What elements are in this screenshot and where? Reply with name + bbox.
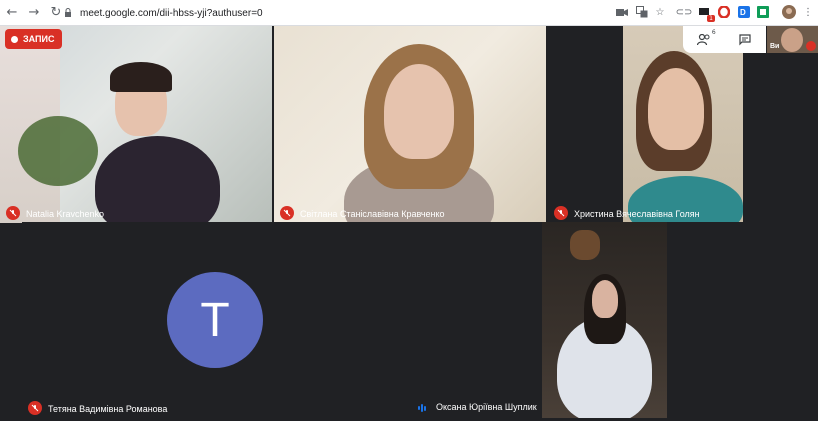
- person-hair: [110, 62, 172, 92]
- wall-ornament: [570, 230, 600, 260]
- plant-image: [18, 116, 98, 186]
- participant-avatar: T: [167, 272, 263, 368]
- participant-tile-1[interactable]: Natalia Kravchenko: [0, 26, 272, 223]
- profile-icon[interactable]: [781, 4, 797, 20]
- opera-icon[interactable]: [716, 4, 732, 20]
- meeting-stage: Natalia Kravchenko Світлана Станіславівн…: [0, 26, 818, 421]
- url-text: meet.google.com/dii-hbss-yji?authuser=0: [80, 7, 263, 19]
- translate-icon[interactable]: [634, 4, 650, 20]
- self-label: Ви: [770, 43, 780, 50]
- camera-icon[interactable]: [614, 4, 630, 20]
- participant-name: Світлана Станіславівна Кравченко: [300, 209, 445, 219]
- person-face: [648, 68, 704, 150]
- people-count: 6: [711, 28, 716, 36]
- back-icon[interactable]: ←: [4, 5, 20, 21]
- chat-icon[interactable]: [736, 31, 754, 49]
- self-preview[interactable]: Ви: [767, 26, 818, 53]
- mic-off-icon: [806, 41, 816, 51]
- participant-name: Христина Вячеславівна Голян: [574, 209, 700, 219]
- recording-badge: ЗАПИС: [5, 29, 63, 49]
- participant-tile-5[interactable]: [542, 222, 800, 418]
- participant-tile-4[interactable]: T Тетяна Вадимівна Романова: [22, 222, 542, 418]
- address-bar[interactable]: meet.google.com/dii-hbss-yji?authuser=0: [62, 3, 682, 23]
- badge-count: 1: [707, 15, 715, 22]
- participant-name: Оксана Юріївна Шуплик: [436, 402, 537, 412]
- mail-icon[interactable]: 1: [697, 4, 715, 22]
- participant-name: Тетяна Вадимівна Романова: [48, 404, 168, 414]
- person-body: [95, 136, 220, 223]
- self-face: [781, 28, 803, 52]
- menu-icon[interactable]: ⋮: [800, 4, 816, 20]
- forward-icon[interactable]: →: [26, 5, 42, 21]
- mic-off-icon: [6, 206, 20, 220]
- person-face: [592, 280, 618, 318]
- mic-off-icon: [280, 206, 294, 220]
- mic-off-icon: [554, 206, 568, 220]
- mic-off-icon: [28, 401, 42, 415]
- person-face: [384, 64, 454, 159]
- link-icon[interactable]: ⊂⊃: [676, 4, 693, 20]
- dp-icon[interactable]: D: [736, 4, 752, 20]
- participant-tile-3[interactable]: Христина Вячеславівна Голян: [548, 26, 818, 223]
- participant-name: Natalia Kravchenko: [26, 209, 105, 219]
- recording-label: ЗАПИС: [23, 34, 55, 44]
- meet-side-panel: 6: [683, 26, 766, 53]
- speaking-icon: [418, 404, 428, 412]
- star-icon[interactable]: ☆: [652, 4, 668, 20]
- lock-icon: [62, 7, 74, 19]
- record-dot-icon: [11, 35, 18, 43]
- sheets-icon[interactable]: [755, 4, 771, 20]
- participant-tile-2[interactable]: Світлана Станіславівна Кравченко: [274, 26, 546, 223]
- people-icon[interactable]: 6: [695, 28, 716, 49]
- browser-toolbar: ← → ↻ meet.google.com/dii-hbss-yji?authu…: [0, 0, 818, 26]
- svg-text:D: D: [740, 8, 746, 17]
